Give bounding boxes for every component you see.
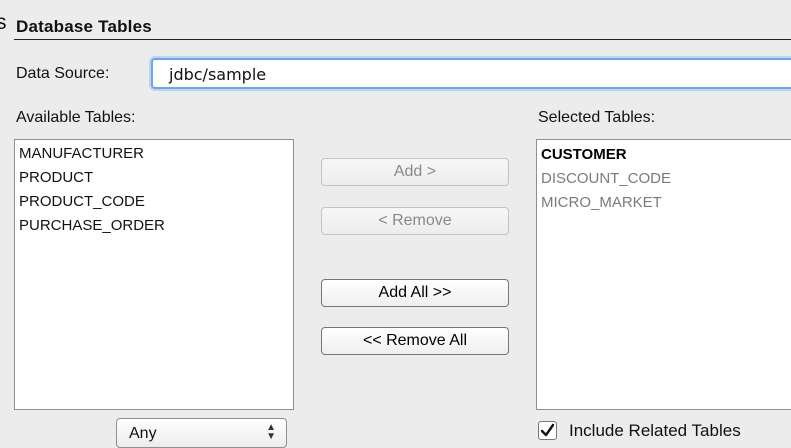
available-tables-label: Available Tables:	[16, 109, 136, 126]
include-related-label[interactable]: Include Related Tables	[569, 421, 741, 441]
available-table-item[interactable]: PURCHASE_ORDER	[19, 217, 165, 235]
data-source-label: Data Source:	[16, 65, 110, 82]
selected-tables-label: Selected Tables:	[538, 109, 656, 126]
add-all-button[interactable]: Add All >>	[321, 279, 509, 307]
available-table-item[interactable]: PRODUCT_CODE	[19, 193, 145, 211]
truncated-header-text: s	[0, 11, 7, 34]
table-filter-value: Any	[129, 425, 157, 442]
include-related-checkbox[interactable]	[538, 421, 557, 440]
table-filter-select[interactable]: Any ▲ ▼	[116, 418, 287, 448]
selected-table-item[interactable]: DISCOUNT_CODE	[541, 170, 671, 188]
available-table-item[interactable]: MANUFACTURER	[19, 145, 144, 163]
section-title: Database Tables	[16, 17, 152, 36]
available-tables-list[interactable]: MANUFACTURER PRODUCT PRODUCT_CODE PURCHA…	[14, 139, 294, 410]
remove-all-button[interactable]: << Remove All	[321, 327, 509, 355]
add-button[interactable]: Add >	[321, 158, 509, 186]
data-source-combobox[interactable]: jdbc/sample	[151, 58, 791, 89]
checkmark-icon	[540, 423, 555, 437]
selected-tables-list[interactable]: CUSTOMER DISCOUNT_CODE MICRO_MARKET	[536, 139, 791, 410]
available-table-item[interactable]: PRODUCT	[19, 169, 93, 187]
section-divider	[14, 39, 791, 40]
remove-button[interactable]: < Remove	[321, 207, 509, 235]
selected-table-item[interactable]: CUSTOMER	[541, 146, 627, 164]
selected-table-item[interactable]: MICRO_MARKET	[541, 194, 662, 212]
up-down-chevron-icon: ▲ ▼	[266, 422, 276, 442]
